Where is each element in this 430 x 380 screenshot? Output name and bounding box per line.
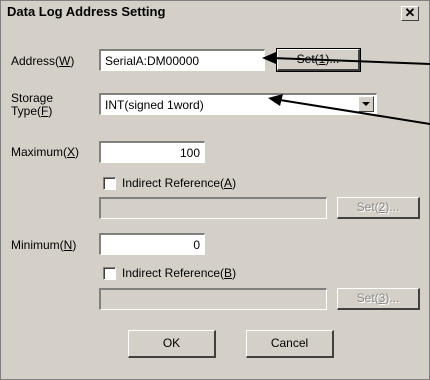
annotation-arrows (262, 52, 430, 125)
arrow-head-icon (262, 52, 276, 64)
arrow-head-icon (268, 94, 283, 106)
annotation-arrow-address (271, 57, 430, 65)
annotation-arrow-storage (279, 99, 430, 125)
